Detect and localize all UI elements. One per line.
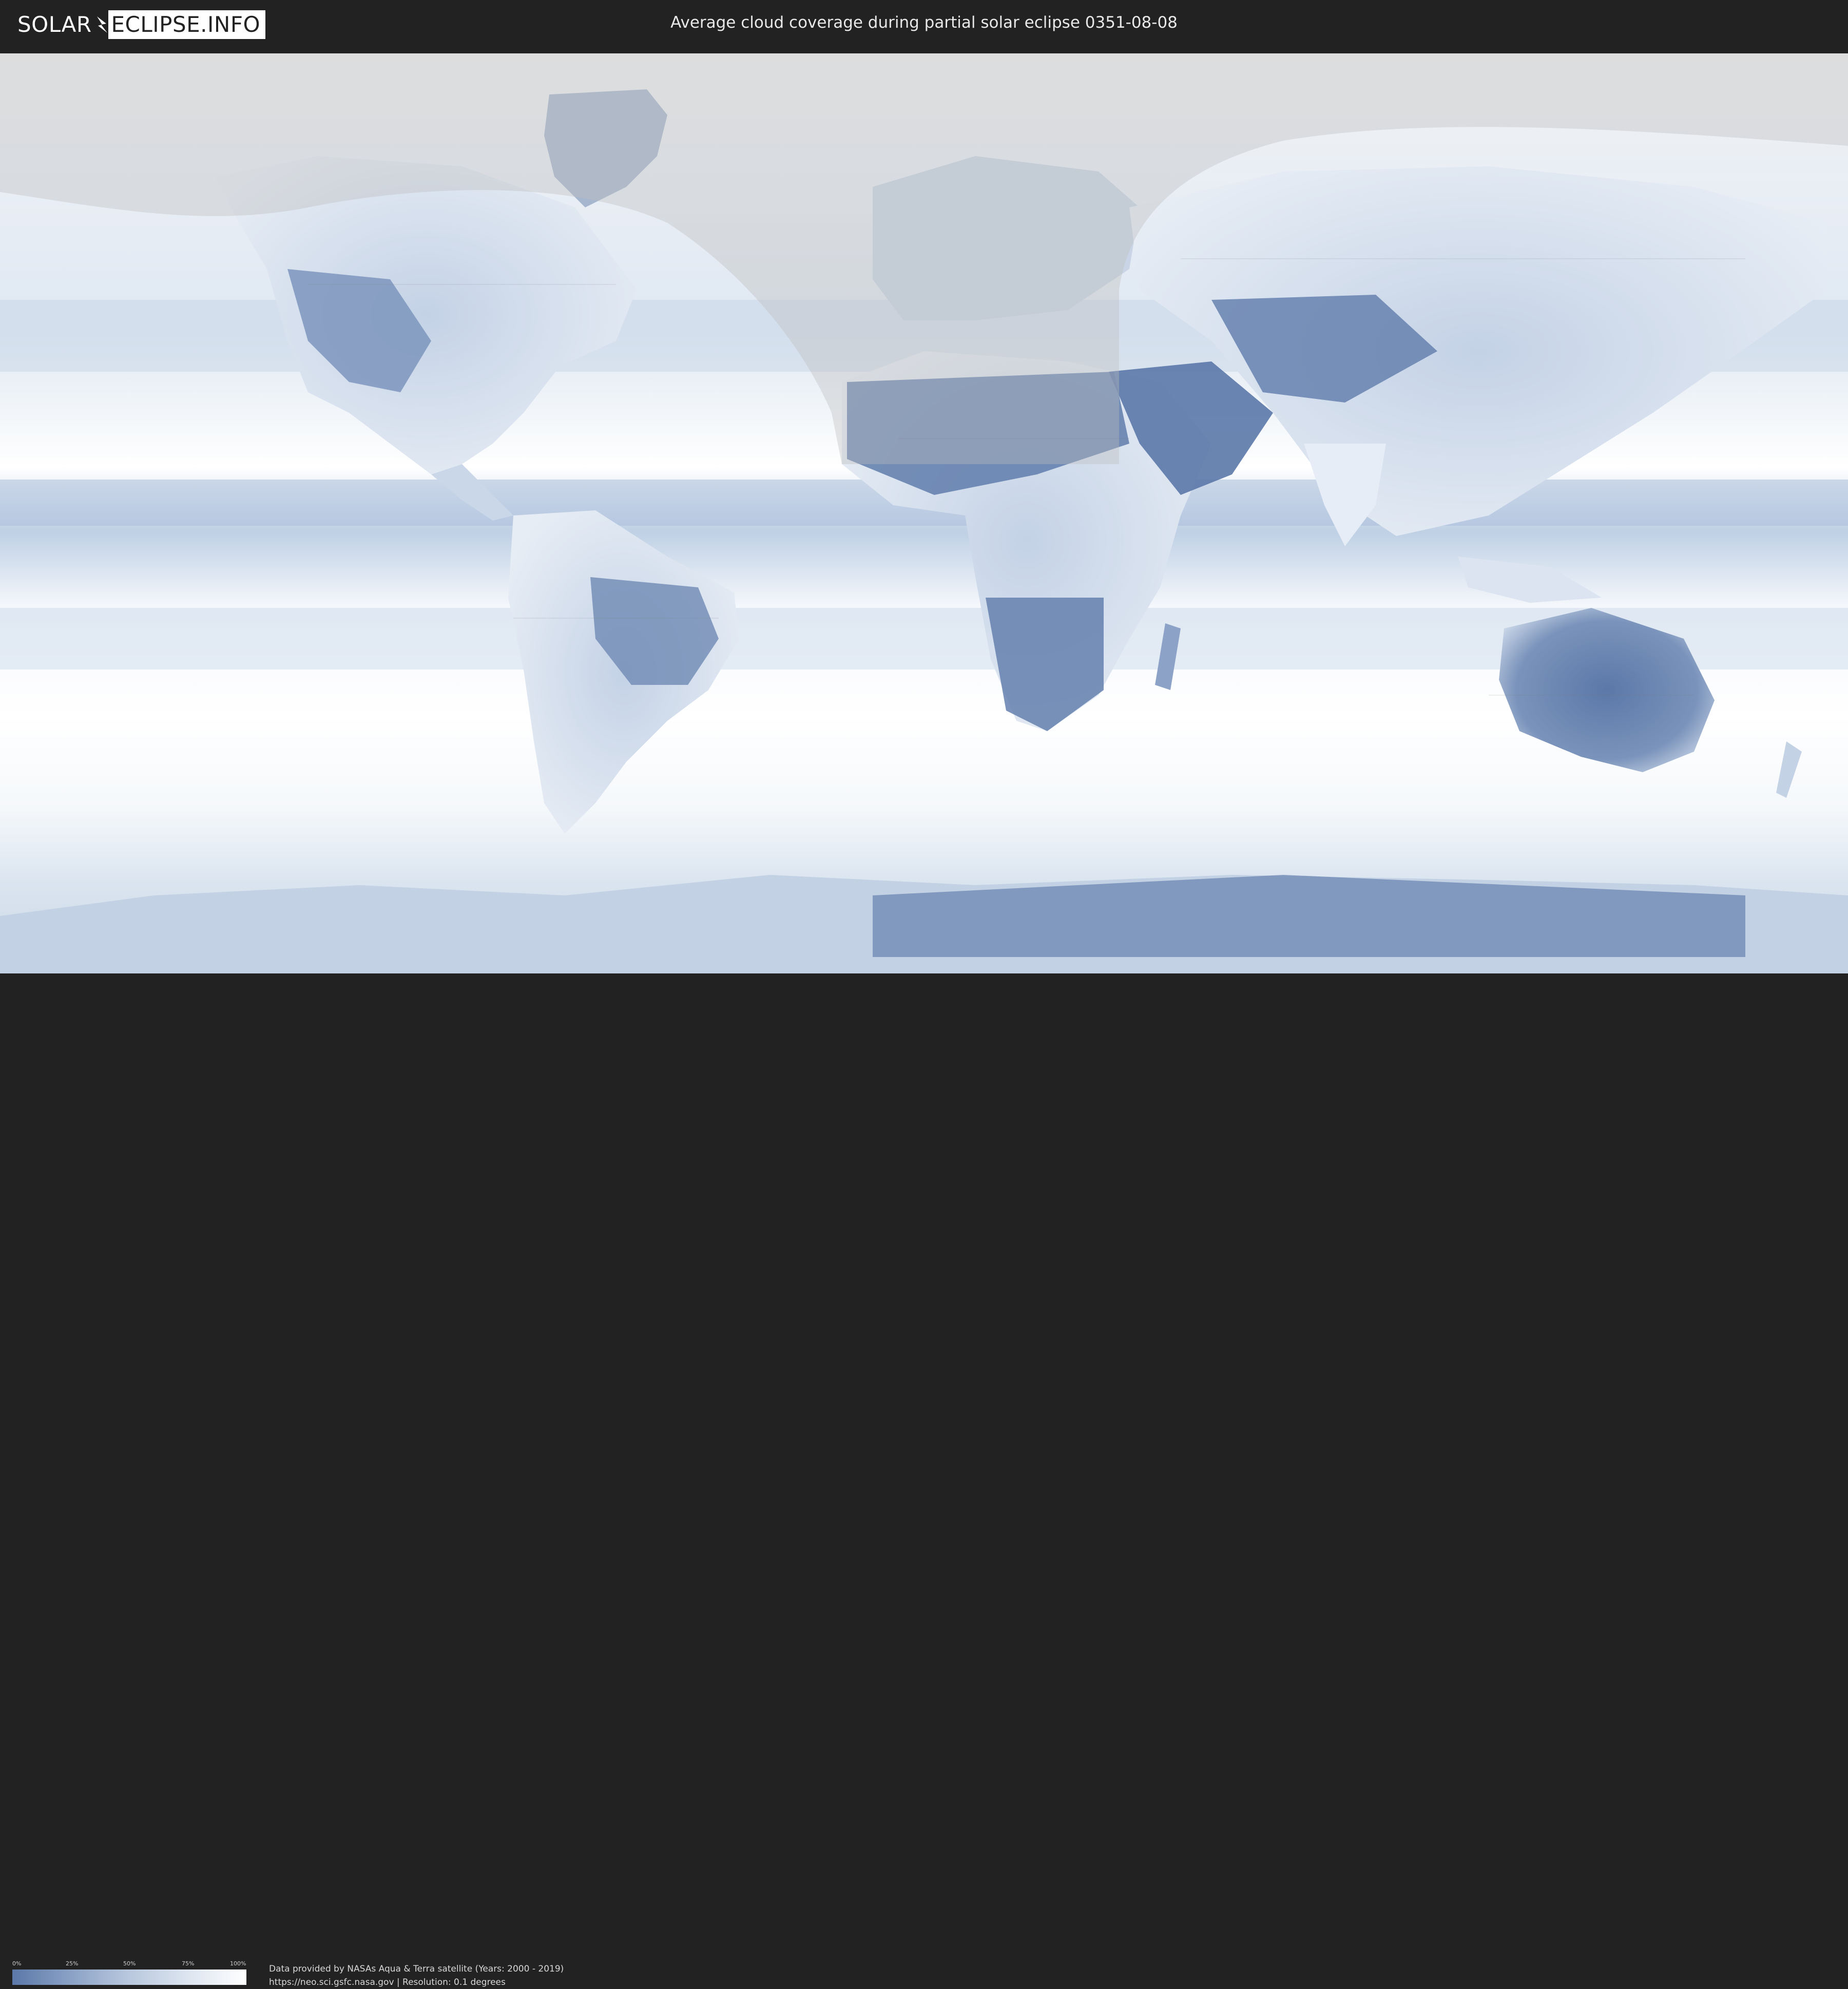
legend-tick: 50%: [123, 1960, 136, 1967]
legend-tick: 0%: [12, 1960, 22, 1967]
credits-line-source: Data provided by NASAs Aqua & Terra sate…: [269, 1964, 564, 1974]
credits-line-url[interactable]: https://neo.sci.gsfc.nasa.gov | Resoluti…: [269, 1976, 564, 1989]
data-credits: Data provided by NASAs Aqua & Terra sate…: [269, 1962, 564, 1989]
cloud-coverage-map[interactable]: [0, 53, 1848, 973]
legend-tick: 75%: [182, 1960, 195, 1967]
legend-gradient-bar: [12, 1969, 246, 1985]
legend-ticks: 0% 25% 50% 75% 100%: [12, 1960, 246, 1969]
header-bar: SOLAR ECLIPSE.INFO Average cloud coverag…: [0, 0, 1848, 51]
cloud-coverage-legend: 0% 25% 50% 75% 100%: [12, 1960, 246, 1985]
legend-tick: 25%: [66, 1960, 79, 1967]
world-map-svg: [0, 53, 1848, 973]
legend-tick: 100%: [230, 1960, 246, 1967]
page-title: Average cloud coverage during partial so…: [670, 13, 1178, 32]
footer-bar: 0% 25% 50% 75% 100% Data provided by NAS…: [0, 973, 1848, 1987]
